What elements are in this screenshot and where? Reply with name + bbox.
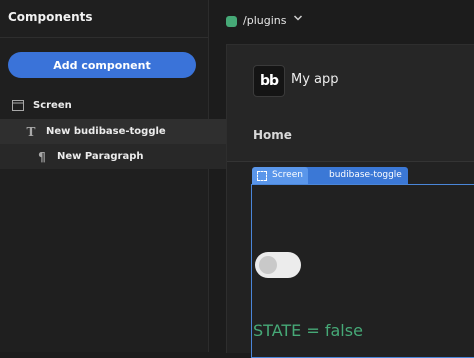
- toggle-switch[interactable]: [255, 252, 301, 278]
- app-logo: bb: [253, 65, 285, 97]
- tree-item-toggle[interactable]: T New budibase-toggle: [0, 119, 232, 144]
- toggle-knob: [259, 256, 277, 274]
- tree-item-label: Screen: [33, 100, 72, 111]
- divider: [0, 37, 208, 38]
- tree-item-label: New Paragraph: [57, 151, 144, 162]
- nav-item-home[interactable]: Home: [253, 128, 292, 142]
- text-icon: T: [26, 124, 36, 139]
- tree-item-screen[interactable]: Screen: [0, 93, 219, 118]
- components-panel: Components Add component Screen T New bu…: [0, 0, 243, 352]
- panel-title: Components: [8, 10, 93, 24]
- tree-item-paragraph[interactable]: ¶ New Paragraph: [0, 144, 243, 169]
- chevron-down-icon[interactable]: [293, 13, 303, 23]
- tree-item-label: New budibase-toggle: [46, 126, 166, 137]
- screen-badge[interactable]: Screen: [252, 167, 308, 184]
- route-color-dot: [226, 16, 237, 27]
- route-selector[interactable]: /plugins: [243, 14, 286, 27]
- add-component-button[interactable]: Add component: [8, 52, 196, 78]
- paragraph-icon: ¶: [38, 149, 46, 164]
- state-paragraph: STATE = false: [253, 321, 363, 340]
- route-bar: /plugins: [209, 0, 474, 44]
- app-header: bb My app Home: [227, 45, 474, 162]
- app-title: My app: [291, 72, 339, 87]
- app-preview: bb My app Home budibase-toggle Screen ST…: [226, 44, 474, 358]
- screen-icon: [11, 99, 25, 113]
- select-icon: [257, 171, 267, 181]
- screen-badge-label: Screen: [272, 170, 303, 180]
